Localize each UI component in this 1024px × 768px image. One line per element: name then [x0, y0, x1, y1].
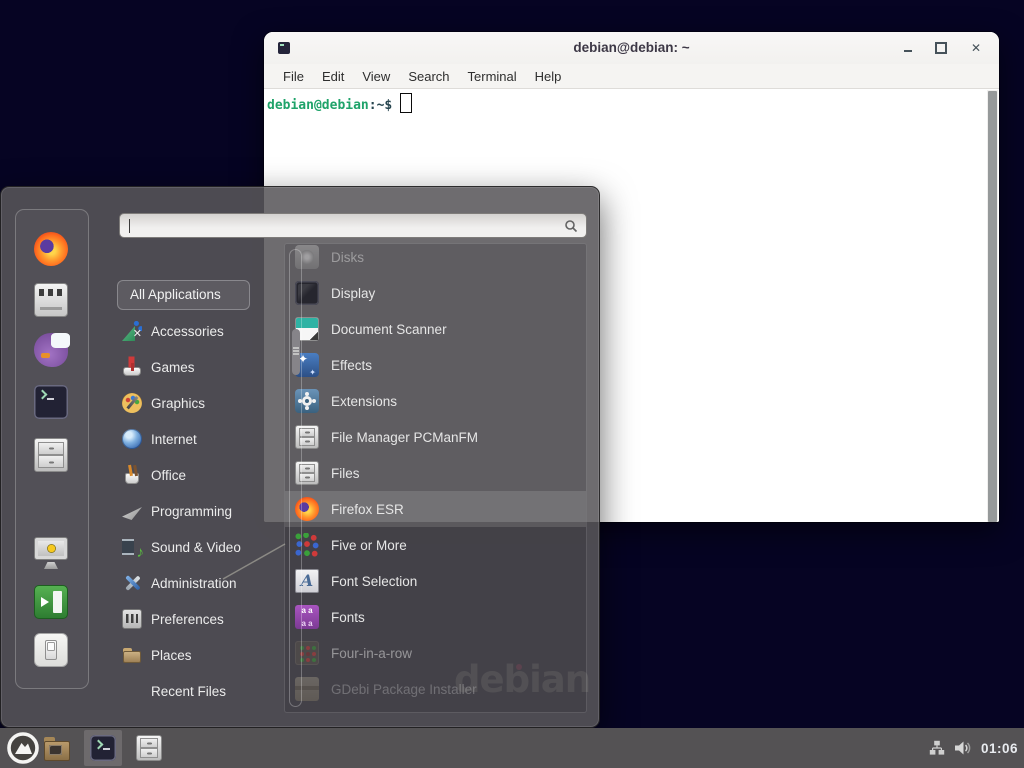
app-fonts[interactable]: Fonts — [285, 599, 586, 635]
terminal-menubar: File Edit View Search Terminal Help — [264, 64, 999, 89]
minimize-button[interactable] — [901, 41, 915, 55]
file-manager-icon — [34, 438, 68, 472]
app-firefox-esr[interactable]: Firefox ESR — [285, 491, 586, 527]
settings-icon — [34, 283, 68, 317]
terminal-icon — [34, 385, 68, 419]
terminal-icon — [90, 735, 116, 761]
system-tray: 01:06 — [929, 728, 1018, 768]
administration-icon — [122, 573, 142, 593]
folder-icon — [43, 734, 71, 762]
maximize-button[interactable] — [934, 41, 948, 55]
favorite-pidgin[interactable] — [34, 333, 68, 367]
network-icon[interactable] — [929, 740, 945, 756]
menu-logo-icon — [6, 731, 40, 765]
menu-button[interactable] — [6, 731, 40, 765]
files-launcher[interactable] — [136, 735, 162, 761]
category-internet[interactable]: Internet — [113, 421, 281, 457]
internet-icon — [122, 429, 142, 449]
category-list: All Applications Accessories Games Graph… — [113, 279, 281, 709]
favorite-firefox[interactable] — [34, 232, 68, 266]
app-document-scanner[interactable]: Document Scanner — [285, 311, 586, 347]
favorite-terminal[interactable] — [34, 385, 68, 419]
desktop: debian debian@debian: ~ ✕ File Edit View… — [0, 0, 1024, 768]
terminal-titlebar[interactable]: debian@debian: ~ ✕ — [264, 32, 999, 64]
category-graphics[interactable]: Graphics — [113, 385, 281, 421]
sound-video-icon — [122, 537, 142, 557]
games-icon — [122, 357, 142, 377]
favorite-settings[interactable] — [34, 283, 68, 317]
terminal-title: debian@debian: ~ — [264, 32, 999, 64]
terminal-scrollbar[interactable] — [987, 90, 998, 522]
category-recent-files[interactable]: Recent Files — [113, 673, 281, 709]
menu-terminal[interactable]: Terminal — [459, 69, 526, 84]
category-administration[interactable]: Administration — [113, 565, 281, 601]
taskbar-terminal-button[interactable] — [84, 730, 122, 766]
menu-search[interactable]: Search — [399, 69, 458, 84]
favorite-file-manager[interactable] — [34, 438, 68, 472]
shutdown-button[interactable] — [34, 633, 68, 667]
app-gdebi-package-installer[interactable]: GDebi Package Installer — [285, 671, 586, 707]
menu-help[interactable]: Help — [526, 69, 571, 84]
volume-icon[interactable] — [954, 739, 972, 757]
search-box — [119, 213, 587, 238]
places-icon — [122, 645, 142, 665]
category-sound-video[interactable]: Sound & Video — [113, 529, 281, 565]
menu-edit[interactable]: Edit — [313, 69, 353, 84]
shutdown-icon — [34, 633, 68, 667]
app-font-selection[interactable]: Font Selection — [285, 563, 586, 599]
category-games[interactable]: Games — [113, 349, 281, 385]
office-icon — [122, 465, 142, 485]
category-places[interactable]: Places — [113, 637, 281, 673]
category-accessories[interactable]: Accessories — [113, 313, 281, 349]
lock-screen-button[interactable] — [34, 535, 68, 569]
terminal-scrollbar-thumb[interactable] — [988, 91, 997, 522]
logout-button[interactable] — [34, 585, 68, 619]
category-preferences[interactable]: Preferences — [113, 601, 281, 637]
taskbar: 01:06 — [0, 728, 1024, 768]
search-icon — [564, 219, 578, 233]
app-disks[interactable]: Disks — [285, 243, 586, 275]
app-display[interactable]: Display — [285, 275, 586, 311]
accessories-icon — [122, 321, 142, 341]
app-list-scrollbar-thumb[interactable] — [292, 329, 300, 375]
logout-icon — [34, 585, 68, 619]
app-list-scrollbar[interactable] — [289, 249, 302, 707]
preferences-icon — [122, 609, 142, 629]
application-list: Disks Display Document Scanner Effects E… — [284, 243, 587, 713]
category-all-applications[interactable]: All Applications — [117, 280, 250, 310]
files-icon — [136, 735, 162, 761]
category-programming[interactable]: Programming — [113, 493, 281, 529]
graphics-icon — [122, 393, 142, 413]
favorites-panel — [15, 209, 89, 689]
menu-view[interactable]: View — [353, 69, 399, 84]
app-four-in-a-row[interactable]: Four-in-a-row — [285, 635, 586, 671]
programming-icon — [122, 501, 142, 521]
app-five-or-more[interactable]: Five or More — [285, 527, 586, 563]
app-extensions[interactable]: Extensions — [285, 383, 586, 419]
app-effects[interactable]: Effects — [285, 347, 586, 383]
close-button[interactable]: ✕ — [969, 41, 983, 55]
firefox-icon — [34, 232, 68, 266]
app-file-manager-pcmanfm[interactable]: File Manager PCManFM — [285, 419, 586, 455]
clock[interactable]: 01:06 — [981, 741, 1018, 756]
prompt-path: :~$ — [369, 98, 392, 113]
prompt-user-host: debian@debian — [267, 98, 369, 113]
menu-file[interactable]: File — [274, 69, 313, 84]
pidgin-icon — [34, 333, 68, 367]
desktop-folder-launcher[interactable] — [43, 734, 71, 762]
search-input[interactable] — [130, 216, 554, 237]
lock-screen-icon — [34, 535, 68, 569]
category-office[interactable]: Office — [113, 457, 281, 493]
application-menu: All Applications Accessories Games Graph… — [0, 186, 600, 728]
app-files[interactable]: Files — [285, 455, 586, 491]
terminal-cursor — [400, 93, 412, 113]
